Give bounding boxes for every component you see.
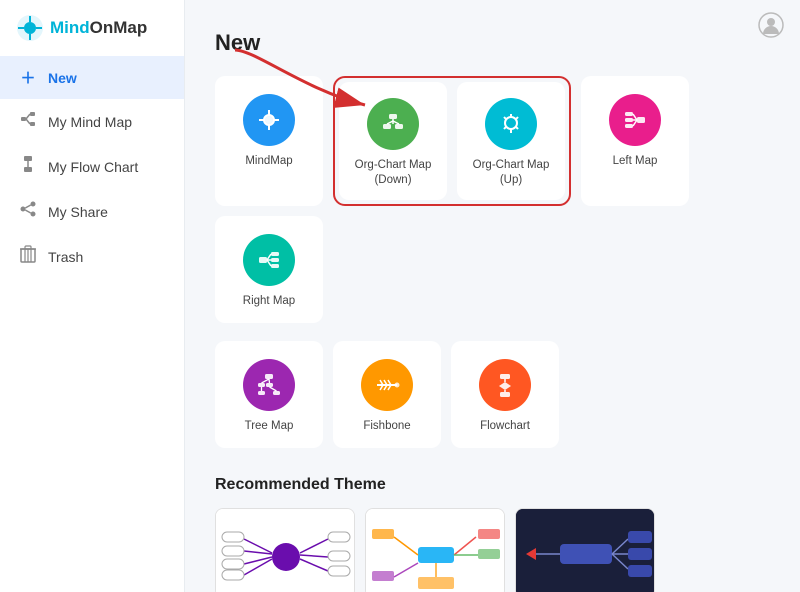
tree-card-icon — [243, 359, 295, 411]
org-up-card-label: Org-Chart Map (Up) — [467, 158, 555, 188]
mindmap-card-label: MindMap — [245, 154, 292, 169]
fishbone-card-icon — [361, 359, 413, 411]
theme-grid — [215, 508, 770, 592]
theme-3-preview — [516, 509, 655, 592]
right-map-card-label: Right Map — [243, 294, 295, 309]
sidebar-label-flowchart: My Flow Chart — [48, 159, 138, 175]
sidebar-item-trash[interactable]: Trash — [0, 234, 184, 279]
flowchart-icon — [18, 155, 38, 178]
map-grid: MindMap Org-Chart Map(Down) — [215, 76, 770, 323]
logo-text: MindOnMap — [50, 18, 147, 38]
map-card-org-up[interactable]: Org-Chart Map (Up) — [457, 82, 565, 200]
logo: MindOnMap — [0, 0, 184, 52]
theme-card-2[interactable] — [365, 508, 505, 592]
sidebar-label-share: My Share — [48, 204, 108, 220]
map-card-mindmap[interactable]: MindMap — [215, 76, 323, 206]
user-icon[interactable] — [758, 12, 784, 44]
org-down-card-icon — [367, 98, 419, 150]
theme-2-preview — [366, 509, 505, 592]
sidebar-item-flowchart[interactable]: My Flow Chart — [0, 144, 184, 189]
theme-card-3[interactable] — [515, 508, 655, 592]
map-card-flowchart[interactable]: Flowchart — [451, 341, 559, 448]
new-icon: ＋ — [18, 67, 38, 88]
logo-icon — [16, 14, 44, 42]
flowchart-card-icon — [479, 359, 531, 411]
sidebar-item-share[interactable]: My Share — [0, 189, 184, 234]
tree-card-label: Tree Map — [245, 419, 294, 434]
fishbone-card-label: Fishbone — [363, 419, 410, 434]
org-down-card-label: Org-Chart Map(Down) — [355, 158, 432, 188]
page-title: New — [215, 30, 770, 56]
map-grid-row2: Tree Map Fishbone — [215, 341, 770, 448]
mindmap-card-icon — [243, 94, 295, 146]
left-map-card-label: Left Map — [613, 154, 658, 169]
map-card-left[interactable]: Left Map — [581, 76, 689, 206]
sidebar: MindOnMap ＋ New My Mind Map My Flow Char… — [0, 0, 185, 592]
sidebar-nav: ＋ New My Mind Map My Flow Chart My Share — [0, 52, 184, 283]
right-map-card-icon — [243, 234, 295, 286]
mindmap-icon — [18, 110, 38, 133]
left-map-card-icon — [609, 94, 661, 146]
main-content: New MindMap — [185, 0, 800, 592]
sidebar-label-mindmap: My Mind Map — [48, 114, 132, 130]
share-icon — [18, 200, 38, 223]
sidebar-item-mindmap[interactable]: My Mind Map — [0, 99, 184, 144]
flowchart-card-label: Flowchart — [480, 419, 530, 434]
org-up-card-icon — [485, 98, 537, 150]
theme-card-1[interactable] — [215, 508, 355, 592]
map-card-org-down[interactable]: Org-Chart Map(Down) — [339, 82, 447, 200]
theme-section-title: Recommended Theme — [215, 476, 770, 494]
map-card-right[interactable]: Right Map — [215, 216, 323, 323]
theme-1-preview — [216, 509, 355, 592]
sidebar-item-new[interactable]: ＋ New — [0, 56, 184, 99]
sidebar-label-trash: Trash — [48, 249, 83, 265]
sidebar-label-new: New — [48, 70, 77, 86]
map-card-tree[interactable]: Tree Map — [215, 341, 323, 448]
highlighted-cards-group: Org-Chart Map(Down) Org-Chart Map (Up) — [333, 76, 571, 206]
trash-icon — [18, 245, 38, 268]
map-card-fishbone[interactable]: Fishbone — [333, 341, 441, 448]
